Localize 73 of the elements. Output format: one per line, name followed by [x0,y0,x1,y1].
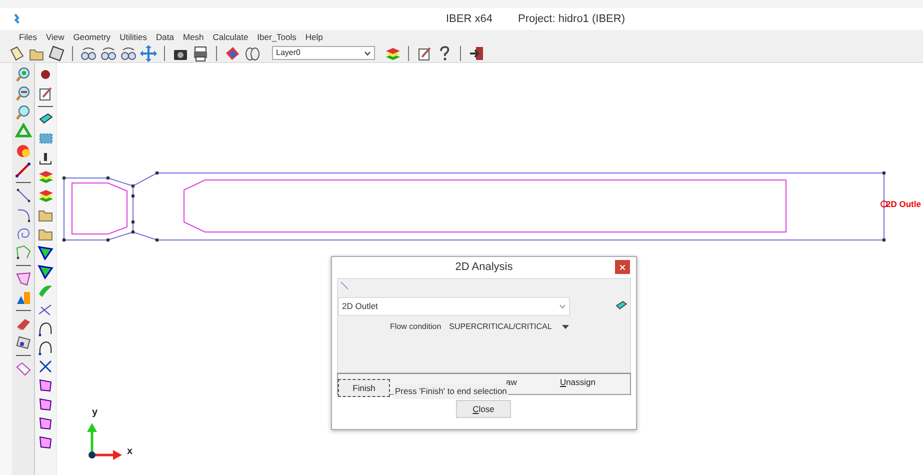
close-button[interactable]: Close [456,400,511,418]
pencil-icon[interactable] [416,44,433,62]
vertex-point [106,176,110,180]
line-icon [340,281,349,290]
zoom-in-icon[interactable] [14,66,32,83]
finish-button[interactable]: Finish [338,379,390,397]
move-icon[interactable] [140,44,157,62]
axis-label: y [92,408,98,418]
solid-icon[interactable] [14,289,32,306]
zoom-out-icon[interactable] [14,85,32,102]
caret-icon [364,50,371,56]
inner-outline [72,182,128,234]
quad-icon[interactable] [37,396,54,413]
menu-item[interactable]: Mesh [182,30,204,44]
mesh-icon[interactable] [14,360,32,377]
menu-item[interactable]: Iber_Tools [257,30,296,44]
menu-item[interactable]: Help [305,30,323,44]
menu-item[interactable]: Geometry [73,30,111,44]
origin-point [88,452,96,458]
vertex-point [882,238,886,242]
arrow-icon[interactable] [14,161,32,178]
vertex-point [62,238,66,242]
menu-item[interactable]: Utilities [120,30,147,44]
color-icon[interactable] [224,44,241,62]
layers-icon[interactable] [37,187,54,204]
close-button[interactable] [615,260,630,274]
x-axis [92,450,122,460]
menu-item[interactable]: Calculate [212,30,248,44]
vertex-point [156,172,158,174]
line-icon[interactable] [14,187,32,204]
status-hint: Press 'Finish' to end selection [394,384,508,399]
menu-item[interactable]: Data [156,30,174,44]
caret-icon [559,304,566,309]
dialog-title: 2D Analysis [455,260,513,276]
glasses-icon[interactable] [120,44,137,62]
vertex-point [132,230,134,234]
polyline-icon[interactable] [14,244,32,261]
layers-icon[interactable] [37,168,54,185]
curve-icon[interactable] [37,339,54,356]
close-icon [620,264,625,270]
glasses-icon[interactable] [100,44,117,62]
condition-select[interactable]: 2D Outlet [338,297,570,316]
vertex-point [132,184,134,188]
curve-icon[interactable] [37,320,54,337]
caret-icon [562,324,569,330]
quad-icon[interactable] [37,434,54,451]
menu-item[interactable]: View [46,30,64,44]
glasses-icon[interactable] [80,44,97,62]
vertex-point [156,238,158,242]
quad-icon[interactable] [37,415,54,432]
exit-icon[interactable] [468,44,485,62]
vertex-point [132,220,134,224]
flow-select[interactable]: SUPERCRITICAL/CRITICAL [449,321,552,333]
triangle-icon[interactable] [37,244,54,261]
outlet-marker [880,200,888,208]
axis-label: x [127,447,133,457]
vertex-point [62,176,66,180]
layer-select[interactable]: Layer0 [272,46,375,60]
surface-icon[interactable] [14,270,32,287]
triangle-icon[interactable] [37,263,54,280]
quad-icon[interactable] [37,377,54,394]
menu-item[interactable]: Files [19,30,37,44]
scissors-icon[interactable] [37,358,54,375]
field-label: Flow condition [390,321,442,333]
vertex-point [132,194,134,198]
dialog-button[interactable]: Unassign [560,377,596,388]
zoom-icon[interactable] [14,104,32,121]
printer-icon[interactable] [192,44,209,62]
project-title: Project: hidro1 (IBER) [518,12,625,27]
window-title: IBER x64 [446,12,492,27]
vertex-point [882,172,886,174]
vertex-point [106,238,110,242]
edit-icon[interactable] [37,85,54,102]
